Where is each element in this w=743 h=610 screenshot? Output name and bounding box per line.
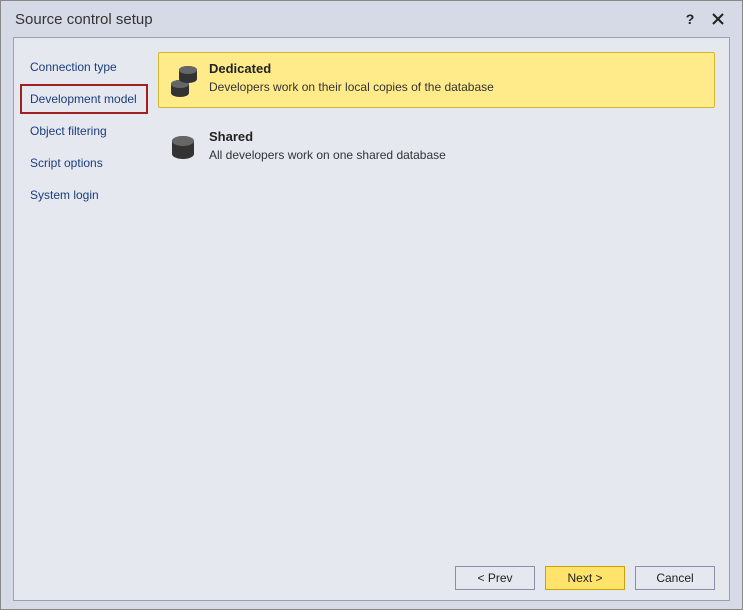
option-text: Dedicated Developers work on their local… <box>209 61 494 94</box>
option-description: All developers work on one shared databa… <box>209 148 446 162</box>
database-icon <box>169 131 199 167</box>
option-description: Developers work on their local copies of… <box>209 80 494 94</box>
sidebar-item-label: Object filtering <box>30 124 107 138</box>
dialog-window: Source control setup ? Connection type D… <box>0 0 743 610</box>
help-icon[interactable]: ? <box>676 5 704 33</box>
main-panel: Dedicated Developers work on their local… <box>154 48 729 556</box>
sidebar-item-label: System login <box>30 188 99 202</box>
option-dedicated[interactable]: Dedicated Developers work on their local… <box>158 52 715 108</box>
database-icon <box>169 63 199 99</box>
option-title: Dedicated <box>209 61 494 76</box>
sidebar-item-system-login[interactable]: System login <box>20 180 148 210</box>
content-area: Connection type Development model Object… <box>14 38 729 556</box>
sidebar-item-label: Connection type <box>30 60 117 74</box>
sidebar-item-object-filtering[interactable]: Object filtering <box>20 116 148 146</box>
window-title: Source control setup <box>15 11 676 28</box>
cancel-button[interactable]: Cancel <box>635 566 715 590</box>
next-button[interactable]: Next > <box>545 566 625 590</box>
button-bar: < Prev Next > Cancel <box>14 556 729 600</box>
option-text: Shared All developers work on one shared… <box>209 129 446 162</box>
dialog-body: Connection type Development model Object… <box>13 37 730 601</box>
prev-button[interactable]: < Prev <box>455 566 535 590</box>
option-shared[interactable]: Shared All developers work on one shared… <box>158 120 715 176</box>
sidebar-item-development-model[interactable]: Development model <box>20 84 148 114</box>
close-icon[interactable] <box>704 5 732 33</box>
wizard-sidebar: Connection type Development model Object… <box>14 48 154 556</box>
sidebar-item-connection-type[interactable]: Connection type <box>20 52 148 82</box>
sidebar-item-label: Script options <box>30 156 103 170</box>
option-title: Shared <box>209 129 446 144</box>
sidebar-item-script-options[interactable]: Script options <box>20 148 148 178</box>
titlebar: Source control setup ? <box>1 1 742 37</box>
sidebar-item-label: Development model <box>30 92 137 106</box>
